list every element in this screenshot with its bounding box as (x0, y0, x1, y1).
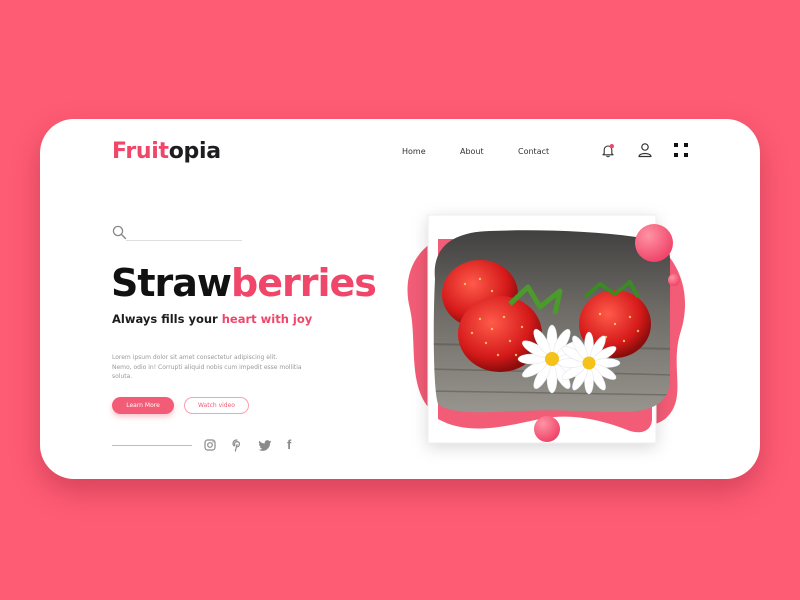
bell-icon[interactable] (601, 143, 615, 158)
landing-card: Fruitopia Home About Contact Strawberrie… (40, 119, 760, 479)
hero-description-line1: Lorem ipsum dolor sit amet consectetur a… (112, 354, 278, 361)
search-input[interactable] (126, 240, 242, 241)
nav-about-link[interactable]: About (460, 147, 484, 156)
nav-home-link[interactable]: Home (402, 147, 426, 156)
brand-logo-part1: Fruit (112, 139, 169, 164)
watch-video-button[interactable]: Watch video (184, 397, 249, 414)
hero-title: Strawberries (111, 261, 377, 305)
hero-tagline-part1: Always fills your (112, 312, 222, 326)
photo-frame (427, 214, 657, 444)
hero-title-part2: berries (231, 261, 377, 305)
brand-logo-part2: opia (168, 139, 221, 164)
nav-home[interactable]: Home (402, 147, 426, 156)
pinterest-icon[interactable] (232, 439, 242, 452)
instagram-icon[interactable] (204, 439, 216, 451)
twitter-icon[interactable] (258, 440, 272, 452)
user-icon[interactable] (637, 142, 653, 158)
hero-tagline-part2: heart with joy (221, 312, 313, 326)
pink-blob (407, 220, 686, 427)
daisy-right (557, 331, 621, 395)
hero-description-line2: Nemo, odio in! Corrupti aliquid nobis cu… (112, 363, 302, 381)
brand-logo[interactable]: Fruitopia (112, 139, 221, 164)
search-icon[interactable] (112, 225, 127, 240)
decor-ball-bottom (534, 416, 560, 442)
daisy-left (517, 324, 587, 394)
nav-about[interactable]: About (460, 147, 484, 156)
grid-menu-icon[interactable] (674, 143, 688, 157)
decor-ball-large (635, 224, 673, 262)
facebook-icon[interactable]: f (287, 437, 291, 452)
decor-ball-small (668, 274, 680, 286)
hero-title-part1: Straw (111, 261, 232, 305)
hero-tagline: Always fills your heart with joy (112, 312, 312, 326)
hero-description: Lorem ipsum dolor sit amet consectetur a… (112, 353, 312, 382)
nav-contact-link[interactable]: Contact (518, 147, 549, 156)
strawberry-photo (433, 230, 670, 413)
nav-contact[interactable]: Contact (518, 147, 549, 156)
inner-blob (438, 239, 652, 433)
learn-more-button[interactable]: Learn More (112, 397, 174, 414)
social-divider (112, 445, 192, 446)
